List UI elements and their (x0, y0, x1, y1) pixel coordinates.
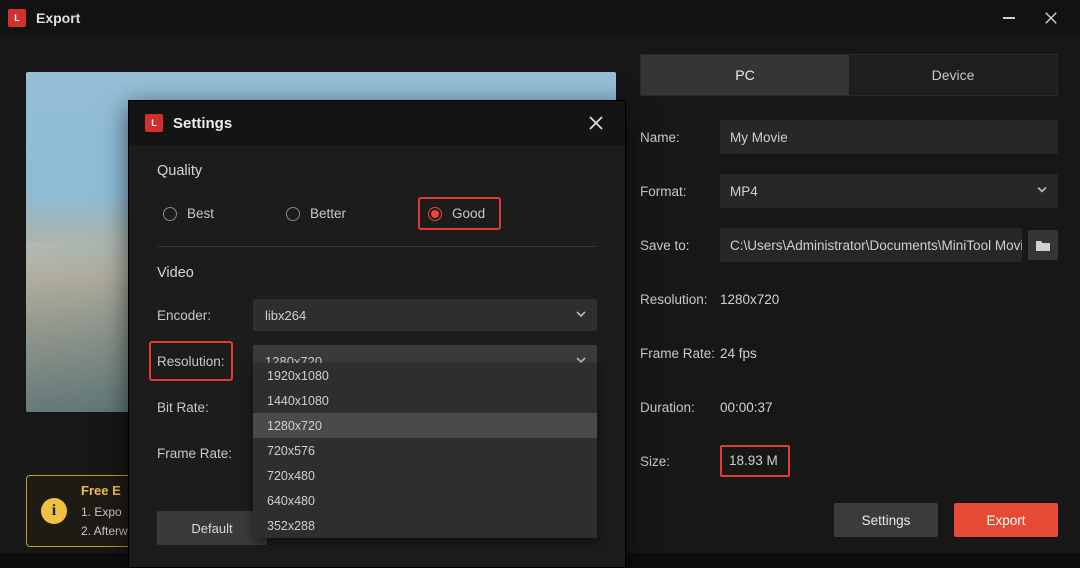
resolution-value: 1280x720 (720, 292, 779, 307)
name-input[interactable]: My Movie (720, 120, 1058, 154)
resolution-option-selected[interactable]: 1280x720 (253, 413, 597, 438)
close-icon (588, 115, 604, 131)
title-bar: L Export (0, 0, 1080, 36)
app-icon: L (8, 9, 26, 27)
resolution-label-highlight: Resolution: (149, 341, 233, 381)
chevron-down-icon (575, 308, 587, 323)
quality-section-label: Quality (157, 163, 597, 179)
close-window-button[interactable] (1030, 0, 1072, 36)
app-icon: L (145, 114, 163, 132)
resolution-option[interactable]: 720x576 (253, 438, 597, 463)
default-button[interactable]: Default (157, 511, 267, 545)
settings-framerate-label: Frame Rate: (157, 446, 253, 461)
settings-dialog-title: Settings (173, 115, 232, 132)
info-icon: i (41, 498, 67, 524)
settings-button[interactable]: Settings (834, 503, 938, 537)
size-value: 18.93 M (729, 453, 778, 468)
settings-dialog: L Settings Quality Best Better (128, 100, 626, 568)
export-button[interactable]: Export (954, 503, 1058, 537)
divider (157, 246, 597, 247)
quality-better-label: Better (310, 206, 346, 221)
quality-good-highlight: Good (418, 197, 501, 230)
folder-icon (1035, 238, 1051, 252)
encoder-label: Encoder: (157, 308, 253, 323)
settings-resolution-label: Resolution: (157, 354, 225, 369)
bitrate-label: Bit Rate: (157, 400, 253, 415)
target-tabs: PC Device (640, 54, 1058, 96)
window-title: Export (36, 10, 80, 26)
framerate-value: 24 fps (720, 346, 757, 361)
quality-better-radio[interactable]: Better (286, 197, 346, 230)
resolution-option[interactable]: 640x480 (253, 488, 597, 513)
resolution-dropdown: 1920x1080 1440x1080 1280x720 720x576 720… (253, 363, 597, 538)
resolution-option[interactable]: 1920x1080 (253, 363, 597, 388)
quality-best-radio[interactable]: Best (163, 197, 214, 230)
saveto-input[interactable]: C:\Users\Administrator\Documents\MiniToo… (720, 228, 1022, 262)
resolution-option[interactable]: 720x480 (253, 463, 597, 488)
size-label: Size: (640, 454, 720, 469)
duration-label: Duration: (640, 400, 720, 415)
export-panel: PC Device Name: My Movie Format: MP4 Sav… (640, 54, 1058, 547)
format-label: Format: (640, 184, 720, 199)
encoder-select[interactable]: libx264 (253, 299, 597, 331)
name-label: Name: (640, 130, 720, 145)
quality-good-label: Good (452, 206, 485, 221)
main-area: i Free E 1. Expo 2. Afterwards, export v… (0, 36, 1080, 553)
settings-dialog-header: L Settings (129, 101, 625, 145)
resolution-option[interactable]: 352x288 (253, 513, 597, 538)
browse-folder-button[interactable] (1028, 230, 1058, 260)
chevron-down-icon (1036, 184, 1048, 199)
framerate-label: Frame Rate: (640, 346, 720, 361)
resolution-option[interactable]: 1440x1080 (253, 388, 597, 413)
quality-good-radio[interactable]: Good (428, 206, 485, 221)
saveto-label: Save to: (640, 238, 720, 253)
radio-selected-icon (428, 207, 442, 221)
settings-close-button[interactable] (583, 110, 609, 136)
resolution-label: Resolution: (640, 292, 720, 307)
video-section-label: Video (157, 265, 597, 281)
radio-icon (286, 207, 300, 221)
minimize-button[interactable] (988, 0, 1030, 36)
duration-value: 00:00:37 (720, 400, 773, 415)
quality-best-label: Best (187, 206, 214, 221)
tab-pc[interactable]: PC (641, 55, 849, 95)
radio-icon (163, 207, 177, 221)
format-select[interactable]: MP4 (720, 174, 1058, 208)
size-value-highlight: 18.93 M (720, 445, 790, 477)
tab-device[interactable]: Device (849, 55, 1057, 95)
